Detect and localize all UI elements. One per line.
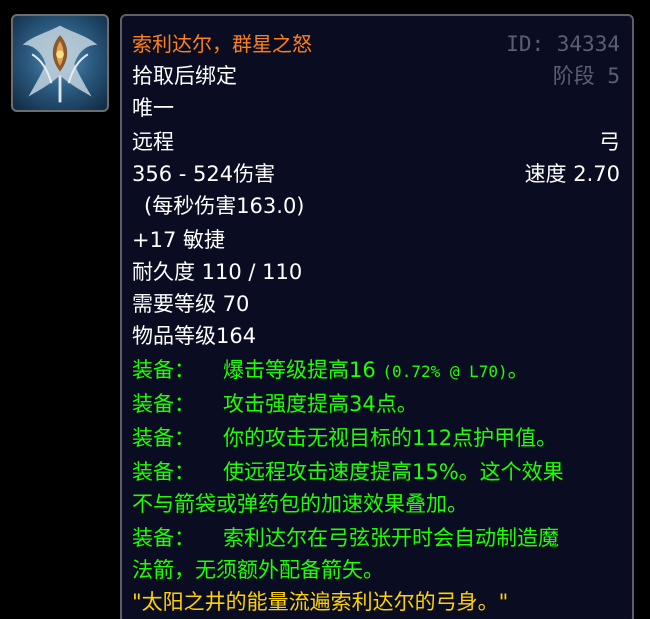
equip-effect-attack-power: 装备： 攻击强度提高34点。 <box>132 390 418 418</box>
equip-stat-detail: (0.72% @ L70) <box>382 362 508 381</box>
equip-label: 装备： <box>132 526 195 550</box>
slot-text: 远程 <box>132 130 174 154</box>
equip-label: 装备： <box>132 460 195 484</box>
weapon-type: 弓 <box>599 130 620 154</box>
equip-effect-haste: 装备： 使远程攻击速度提高15%。这个效果 <box>132 458 564 486</box>
damage-text: 356 - 524伤害 <box>132 162 276 186</box>
item-name: 索利达尔，群星之怒 <box>132 32 312 56</box>
equip-text: 使远程攻击速度提高15%。这个效果 <box>223 460 564 484</box>
equip-effect-haste-cont: 不与箭袋或弹药包的加速效果叠加。 <box>132 492 468 516</box>
phase-text: 阶段 5 <box>552 64 620 88</box>
equip-text: 索利达尔在弓弦张开时会自动制造魔 <box>223 526 559 550</box>
item-tooltip: 索利达尔，群星之怒 ID: 34334 拾取后绑定 阶段 5 唯一 远程 弓 3… <box>120 14 634 619</box>
dps-text: (每秒伤害163.0) <box>144 194 305 218</box>
equip-effect-armor-pen: 装备： 你的攻击无视目标的112点护甲值。 <box>132 424 557 452</box>
durability-text: 耐久度 110 / 110 <box>132 260 303 284</box>
equip-label: 装备： <box>132 392 195 416</box>
speed-text: 速度 2.70 <box>524 162 620 186</box>
equip-label: 装备： <box>132 358 195 382</box>
equip-text: 你的攻击无视目标的112点护甲值。 <box>223 426 558 450</box>
flavor-text: "太阳之井的能量流遍索利达尔的弓身。" <box>132 590 509 614</box>
bow-thori-dal-icon[interactable] <box>11 14 109 112</box>
equip-suffix: 。 <box>507 358 529 382</box>
agility-stat: +17 敏捷 <box>132 228 225 252</box>
equip-text: 攻击强度提高34点。 <box>223 392 418 416</box>
item-id: ID: 34334 <box>506 32 620 56</box>
equip-label: 装备： <box>132 426 195 450</box>
required-level: 需要等级 70 <box>132 292 250 316</box>
equip-effect-crit: 装备： 爆击等级提高16 (0.72% @ L70)。 <box>132 356 529 386</box>
equip-effect-arrows: 装备： 索利达尔在弓弦张开时会自动制造魔 <box>132 524 559 552</box>
equip-effect-arrows-cont: 法箭，无须额外配备箭矢。 <box>132 558 384 582</box>
bind-text: 拾取后绑定 <box>132 64 237 88</box>
equip-text: 爆击等级提高16 <box>223 358 376 382</box>
unique-text: 唯一 <box>132 96 174 120</box>
item-level: 物品等级164 <box>132 324 257 348</box>
